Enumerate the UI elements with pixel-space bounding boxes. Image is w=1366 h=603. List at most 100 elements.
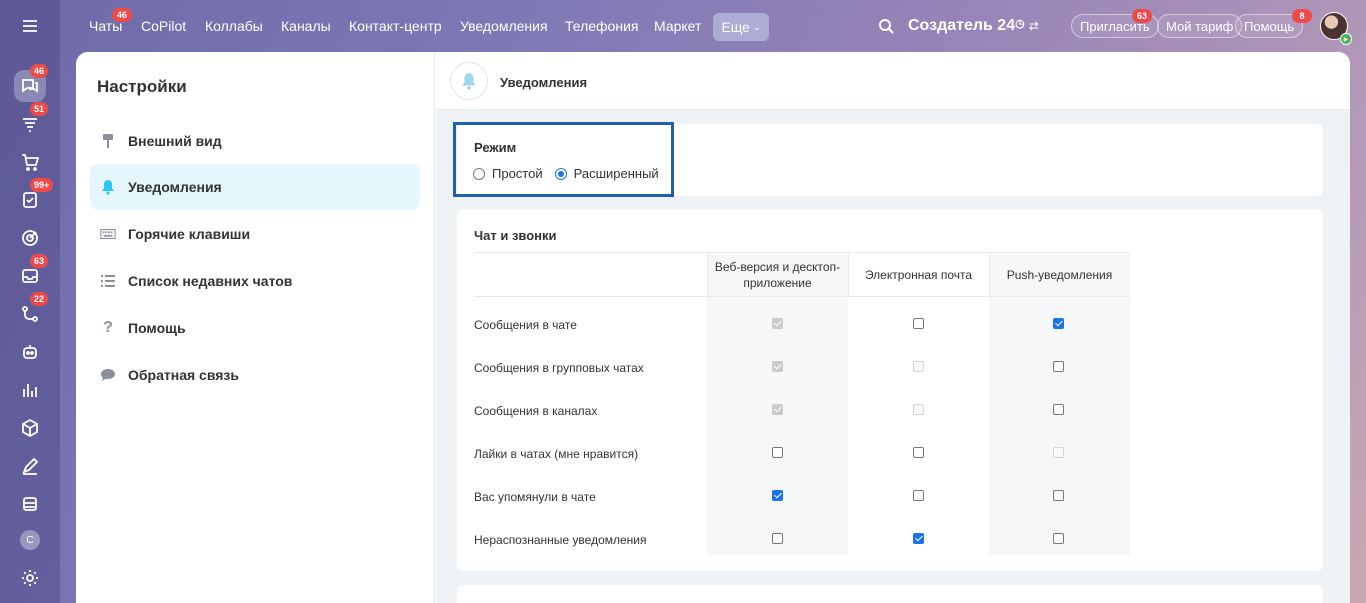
- nav-badge: 46: [112, 8, 132, 22]
- sidebar-item-notifications[interactable]: Уведомления: [90, 164, 420, 210]
- nav-item-channels[interactable]: Каналы: [281, 18, 331, 34]
- content-header: Уведомления: [436, 52, 1350, 110]
- bell-icon: [450, 62, 488, 100]
- settings-panel: Настройки Внешний вид Уведомления Горячи…: [76, 52, 1350, 603]
- notification-checkbox[interactable]: [913, 318, 924, 329]
- notification-checkbox[interactable]: [1053, 318, 1064, 329]
- table-header: Веб-версия и десктоп-приложение Электрон…: [474, 252, 1130, 297]
- target-icon[interactable]: [14, 222, 46, 254]
- flow-icon[interactable]: 22: [14, 292, 49, 330]
- question-icon: ?: [103, 319, 113, 336]
- sidebar-item-feedback[interactable]: Обратная связь: [90, 352, 420, 398]
- sidebar-item-appearance[interactable]: Внешний вид: [90, 118, 420, 164]
- column-header-email: Электронная почта: [864, 268, 973, 282]
- rail-badge: 63: [30, 254, 49, 268]
- help-label: Помощь: [1244, 18, 1295, 34]
- keyboard-icon: [100, 226, 116, 242]
- notification-checkbox: [772, 318, 783, 329]
- notification-checkbox[interactable]: [913, 447, 924, 458]
- rail-badge: 22: [30, 292, 49, 306]
- chat-calls-card: Чат и звонки Веб-версия и десктоп-прилож…: [457, 210, 1323, 571]
- radio-extended-label[interactable]: Расширенный: [574, 166, 659, 181]
- next-card: [457, 585, 1323, 603]
- table-row-label: Сообщения в групповых чатах: [474, 361, 644, 375]
- brand-name: Создатель 24: [908, 17, 1016, 34]
- section-title: Уведомления: [500, 75, 588, 90]
- play-status-icon: ▶: [1340, 33, 1352, 45]
- chat-section-title: Чат и звонки: [474, 228, 557, 243]
- table-row-label: Сообщения в каналах: [474, 404, 598, 418]
- avatar[interactable]: C: [20, 530, 40, 550]
- nav-item-telephony[interactable]: Телефония: [565, 18, 638, 34]
- mode-radio-group: Простой Расширенный: [473, 166, 659, 181]
- notification-checkbox[interactable]: [1053, 361, 1064, 372]
- invite-badge: 63: [1132, 9, 1152, 23]
- notification-checkbox: [772, 361, 783, 372]
- notification-checkbox: [913, 404, 924, 415]
- sidebar-item-label: Помощь: [128, 320, 186, 336]
- search-icon[interactable]: [878, 18, 894, 39]
- sidebar-item-label: Обратная связь: [128, 367, 239, 383]
- notification-checkbox[interactable]: [1053, 533, 1064, 544]
- settings-sidebar: Настройки Внешний вид Уведомления Горячи…: [76, 52, 435, 603]
- brand-title[interactable]: Создатель 24◷ ⇄: [908, 17, 1039, 35]
- brush-icon: [100, 133, 116, 149]
- gear-icon[interactable]: [14, 562, 46, 594]
- chat-icon[interactable]: 46: [14, 64, 49, 102]
- cart-icon[interactable]: [14, 146, 46, 178]
- nav-item-market[interactable]: Маркет: [654, 18, 701, 34]
- page-title: Настройки: [97, 77, 187, 96]
- sidebar-item-label: Список недавних чатов: [128, 273, 293, 289]
- swap-icon[interactable]: ⇄: [1029, 19, 1039, 33]
- chevron-down-icon: ⌄: [752, 21, 761, 32]
- sidebar-item-hotkeys[interactable]: Горячие клавиши: [90, 211, 420, 257]
- help-badge: 8: [1292, 9, 1312, 23]
- tasks-icon[interactable]: 99+: [14, 178, 54, 216]
- sidebar-item-label: Уведомления: [128, 179, 222, 195]
- clock-icon: ◷: [1015, 18, 1025, 30]
- notification-checkbox[interactable]: [772, 490, 783, 501]
- box-icon[interactable]: [14, 412, 46, 444]
- nav-item-copilot[interactable]: CoPilot: [141, 18, 186, 34]
- table-row-label: Лайки в чатах (мне нравится): [474, 447, 639, 461]
- list-icon: [100, 273, 116, 289]
- rail-badge: 99+: [30, 178, 54, 192]
- rail-badge: 46: [30, 64, 49, 78]
- notification-checkbox: [1053, 447, 1064, 458]
- bell-icon: [100, 179, 116, 195]
- notification-checkbox[interactable]: [913, 533, 924, 544]
- sign-icon[interactable]: [14, 450, 46, 482]
- storage-icon[interactable]: [14, 488, 46, 520]
- analytics-icon[interactable]: [14, 374, 46, 406]
- menu-icon[interactable]: [14, 10, 46, 42]
- radio-extended[interactable]: [554, 167, 567, 180]
- notification-checkbox[interactable]: [913, 490, 924, 501]
- notification-checkbox[interactable]: [772, 447, 783, 458]
- sidebar-item-recent-chats[interactable]: Список недавних чатов: [90, 258, 420, 304]
- notification-checkbox: [913, 361, 924, 372]
- inbox-icon[interactable]: 63: [14, 254, 49, 292]
- notifications-content: Уведомления Режим Простой Расширенный Ча…: [436, 52, 1350, 603]
- nav-item-collabs[interactable]: Коллабы: [205, 18, 263, 34]
- table-row-label: Вас упомянули в чате: [474, 490, 596, 504]
- notification-checkbox[interactable]: [1053, 490, 1064, 501]
- table-row-label: Сообщения в чате: [474, 318, 577, 332]
- speech-bubble-icon: [100, 367, 116, 383]
- more-button[interactable]: Еще ⌄: [713, 13, 769, 41]
- notification-checkbox[interactable]: [772, 533, 783, 544]
- mode-label: Режим: [474, 140, 517, 155]
- nav-item-notifications[interactable]: Уведомления: [460, 18, 548, 34]
- funnel-icon[interactable]: 51: [14, 102, 49, 140]
- table-row-label: Нераспознанные уведомления: [474, 533, 647, 547]
- sidebar-item-help[interactable]: ? Помощь: [90, 305, 420, 351]
- radio-simple[interactable]: [473, 167, 485, 180]
- nav-item-contact-center[interactable]: Контакт-центр: [349, 18, 442, 34]
- tariff-label: Мой тариф: [1166, 18, 1234, 34]
- radio-simple-label[interactable]: Простой: [492, 166, 543, 181]
- left-rail: 46 51 99+ 63 22 C: [0, 0, 60, 603]
- column-header-push: Push-уведомления: [1006, 268, 1113, 282]
- column-header-web: Веб-версия и десктоп-приложение: [714, 260, 841, 290]
- notification-checkbox[interactable]: [1053, 404, 1064, 415]
- robot-icon[interactable]: [14, 336, 46, 368]
- tariff-button[interactable]: Мой тариф: [1157, 14, 1243, 38]
